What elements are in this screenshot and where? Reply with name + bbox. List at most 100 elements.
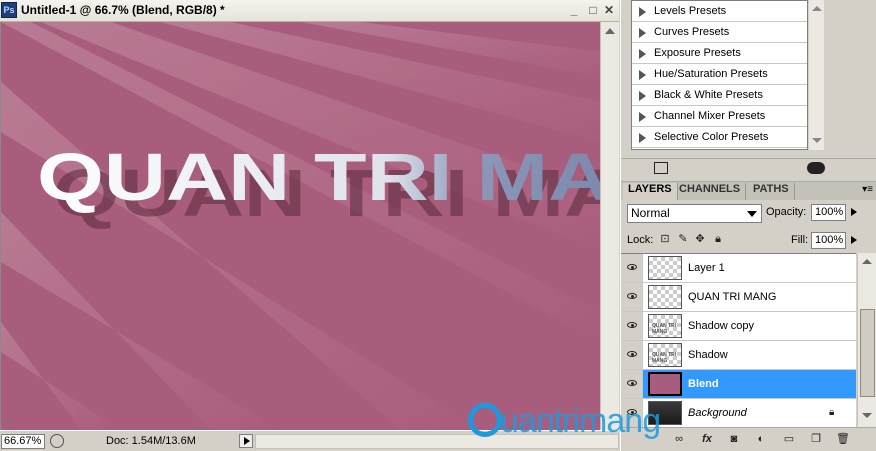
adjustments-footer (621, 158, 876, 178)
layer-thumbnail[interactable]: QUAN TRI MANG (648, 343, 682, 367)
document-title: Untitled-1 @ 66.7% (Blend, RGB/8) * (21, 3, 225, 17)
layers-panel-tabs: LAYERS CHANNELS PATHS ▾≡ (621, 181, 876, 200)
canvas-text: QUAN TRI MANG (37, 140, 600, 215)
lock-position-icon[interactable]: ✥ (694, 233, 706, 245)
preset-label: Channel Mixer Presets (654, 110, 766, 122)
layer-name: Background (688, 407, 747, 419)
status-menu-button[interactable] (239, 434, 253, 448)
expand-triangle-icon[interactable] (639, 91, 646, 101)
layer-row[interactable]: Layer 1 (621, 254, 856, 283)
return-to-list-icon[interactable] (654, 162, 668, 174)
chevron-down-icon (747, 211, 757, 217)
scroll-down-icon[interactable] (862, 413, 872, 418)
lock-image-pixels-icon[interactable]: ✎ (677, 233, 689, 245)
close-icon[interactable]: ✕ (601, 3, 617, 17)
delete-layer-icon[interactable]: 🗑︎ (835, 432, 851, 446)
preset-label: Black & White Presets (654, 89, 763, 101)
scroll-up-icon[interactable] (812, 6, 822, 11)
expand-triangle-icon[interactable] (639, 112, 646, 122)
layer-name: Blend (688, 378, 719, 390)
status-icon[interactable] (50, 434, 64, 448)
expand-triangle-icon[interactable] (639, 133, 646, 143)
eye-icon (627, 380, 637, 386)
layers-scrollbar[interactable] (857, 253, 876, 427)
presets-scrollbar[interactable] (809, 0, 824, 150)
photoshop-icon: Ps (1, 2, 17, 18)
tab-layers[interactable]: LAYERS (623, 183, 678, 200)
scroll-down-icon[interactable] (812, 138, 822, 143)
new-group-icon[interactable]: ▭ (781, 432, 797, 446)
visibility-eye-icon[interactable] (621, 341, 643, 369)
layer-row[interactable]: QUAN TRI MANG (621, 283, 856, 312)
document-titlebar[interactable]: Ps Untitled-1 @ 66.7% (Blend, RGB/8) * _… (0, 0, 619, 22)
eye-icon (627, 264, 637, 270)
eye-icon (627, 322, 637, 328)
lock-transparent-pixels-icon[interactable]: ⊡ (659, 233, 671, 245)
layer-thumbnail[interactable] (648, 285, 682, 309)
layer-style-icon[interactable]: fx (699, 432, 715, 446)
scrollbar-thumb[interactable] (860, 309, 875, 397)
visibility-eye-icon[interactable] (621, 370, 643, 398)
lock-all-icon[interactable]: 🔒︎ (712, 233, 724, 245)
preset-item[interactable]: Black & White Presets (632, 85, 807, 106)
visibility-eye-icon[interactable] (621, 254, 643, 282)
preset-item[interactable]: Hue/Saturation Presets (632, 64, 807, 85)
preset-item[interactable]: Channel Mixer Presets (632, 106, 807, 127)
thumbnail-text: QUAN TRI MANG (652, 352, 677, 364)
thumbnail-text: QUAN TRI MANG (652, 323, 677, 335)
document-window: Ps Untitled-1 @ 66.7% (Blend, RGB/8) * _… (0, 0, 619, 451)
expand-triangle-icon[interactable] (639, 70, 646, 80)
watermark-q-icon (468, 403, 502, 437)
tab-channels[interactable]: CHANNELS (674, 183, 747, 200)
adjustment-layer-icon[interactable]: ◐ (753, 432, 769, 446)
blend-mode-value: Normal (631, 206, 670, 220)
scroll-up-icon[interactable] (862, 259, 872, 264)
layer-name: Layer 1 (688, 262, 725, 274)
expand-triangle-icon[interactable] (639, 7, 646, 17)
minimize-icon[interactable]: _ (566, 3, 582, 17)
layer-thumbnail[interactable] (648, 256, 682, 280)
tab-paths[interactable]: PATHS (748, 183, 795, 200)
visibility-eye-icon[interactable] (621, 283, 643, 311)
canvas[interactable]: QUAN TRI MANG QUAN TRI MANG (0, 22, 600, 430)
preset-label: Curves Presets (654, 26, 730, 38)
new-layer-icon[interactable]: ❐ (808, 432, 824, 446)
eye-icon (627, 351, 637, 357)
fill-slider-arrow-icon[interactable] (851, 236, 857, 244)
maximize-icon[interactable]: □ (585, 3, 601, 17)
layer-name: QUAN TRI MANG (688, 291, 777, 303)
expand-triangle-icon[interactable] (639, 49, 646, 59)
layer-name: Shadow (688, 349, 728, 361)
layer-thumbnail[interactable]: QUAN TRI MANG (648, 314, 682, 338)
add-mask-icon[interactable]: ◙ (726, 432, 742, 446)
preset-item[interactable]: Levels Presets (632, 1, 807, 22)
layer-row[interactable]: Blend (621, 370, 856, 399)
layer-row[interactable]: QUAN TRI MANG Shadow copy (621, 312, 856, 341)
opacity-input[interactable]: 100% (811, 204, 846, 221)
zoom-field[interactable]: 66.67% (1, 434, 45, 449)
link-layers-icon[interactable]: ∞ (671, 432, 687, 446)
opacity-slider-arrow-icon[interactable] (851, 208, 857, 216)
document-info: Doc: 1.54M/13.6M (106, 435, 196, 447)
preset-item[interactable]: Curves Presets (632, 22, 807, 43)
clip-to-layer-icon[interactable] (807, 162, 825, 174)
blend-mode-select[interactable]: Normal (627, 204, 762, 223)
preset-label: Selective Color Presets (654, 131, 769, 143)
visibility-eye-icon[interactable] (621, 312, 643, 340)
vertical-scrollbar[interactable] (600, 22, 619, 430)
preset-label: Exposure Presets (654, 47, 741, 59)
fill-input[interactable]: 100% (811, 232, 846, 249)
layer-lock-icon: 🔒︎ (829, 407, 835, 418)
panel-menu-icon[interactable]: ▾≡ (862, 184, 873, 195)
scroll-up-icon[interactable] (605, 28, 615, 34)
layer-thumbnail[interactable] (648, 372, 682, 396)
expand-triangle-icon[interactable] (639, 28, 646, 38)
preset-label: Hue/Saturation Presets (654, 68, 768, 80)
layer-row[interactable]: QUAN TRI MANG Shadow (621, 341, 856, 370)
opacity-label: Opacity: (766, 206, 807, 218)
preset-item[interactable]: Selective Color Presets (632, 127, 807, 148)
preset-item[interactable]: Exposure Presets (632, 43, 807, 64)
right-panel: Levels Presets Curves Presets Exposure Pre… (620, 0, 876, 451)
photoshop-window: Ps Untitled-1 @ 66.7% (Blend, RGB/8) * _… (0, 0, 876, 451)
eye-icon (627, 293, 637, 299)
